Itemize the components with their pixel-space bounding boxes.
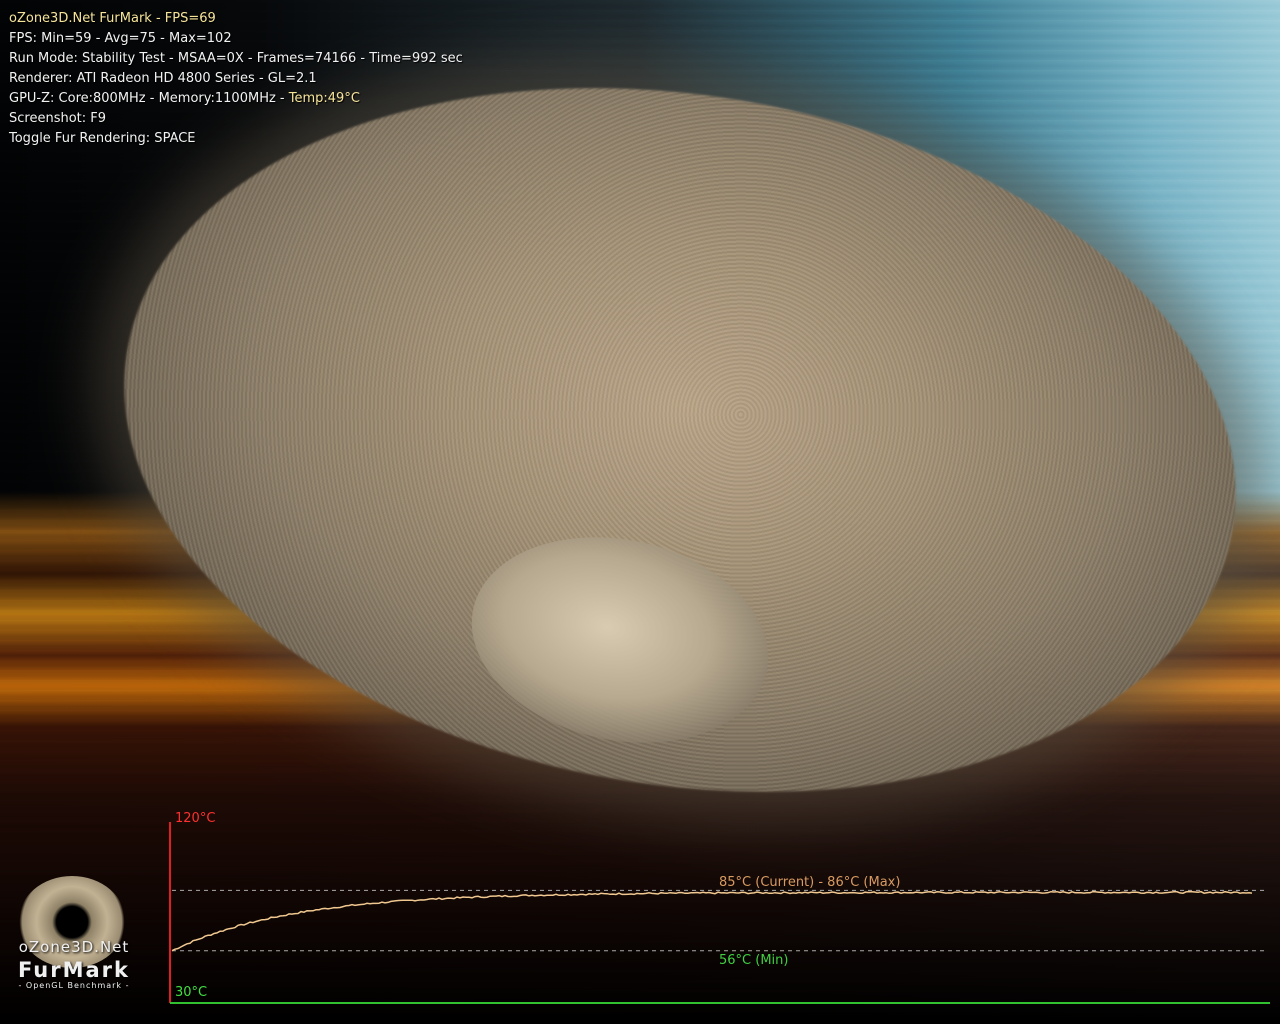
hud-toggle-fur-hint: Toggle Fur Rendering: SPACE	[9, 131, 196, 146]
graph-max-axis-label: 120°C	[175, 811, 216, 826]
logo-name: FurMark	[18, 958, 130, 982]
hud-app-title: oZone3D.Net FurMark -	[9, 11, 165, 26]
hud-renderer: Renderer: ATI Radeon HD 4800 Series - GL…	[9, 71, 317, 86]
furmark-render-window: oZone3D.Net FurMark - FPS=69 FPS: Min=59…	[0, 0, 1280, 1024]
logo-subtitle: - OpenGL Benchmark -	[18, 981, 130, 990]
hud-gpuz-line: GPU-Z: Core:800MHz - Memory:1100MHz - Te…	[9, 89, 463, 109]
graph-min-axis-label: 30°C	[175, 985, 208, 1000]
hud-run-mode: Run Mode: Stability Test - MSAA=0X - Fra…	[9, 51, 463, 66]
graph-current-temp-label: 85°C (Current) - 86°C (Max)	[719, 875, 901, 890]
hud-overlay: oZone3D.Net FurMark - FPS=69 FPS: Min=59…	[9, 9, 463, 149]
hud-gpuz-clocks: GPU-Z: Core:800MHz - Memory:1100MHz -	[9, 91, 289, 106]
hud-screenshot-hint: Screenshot: F9	[9, 111, 107, 126]
logo-site: oZone3D.Net	[18, 938, 130, 956]
graph-min-temp-label: 56°C (Min)	[719, 953, 789, 968]
hud-title-line: oZone3D.Net FurMark - FPS=69	[9, 9, 463, 29]
hud-fps-stats: FPS: Min=59 - Avg=75 - Max=102	[9, 31, 232, 46]
hud-gpuz-temp: Temp:49°C	[288, 91, 360, 106]
furmark-logo: oZone3D.Net FurMark - OpenGL Benchmark -	[6, 872, 136, 1002]
hud-fps-current: FPS=69	[164, 11, 216, 26]
logo-text-block: oZone3D.Net FurMark - OpenGL Benchmark -	[10, 938, 138, 990]
